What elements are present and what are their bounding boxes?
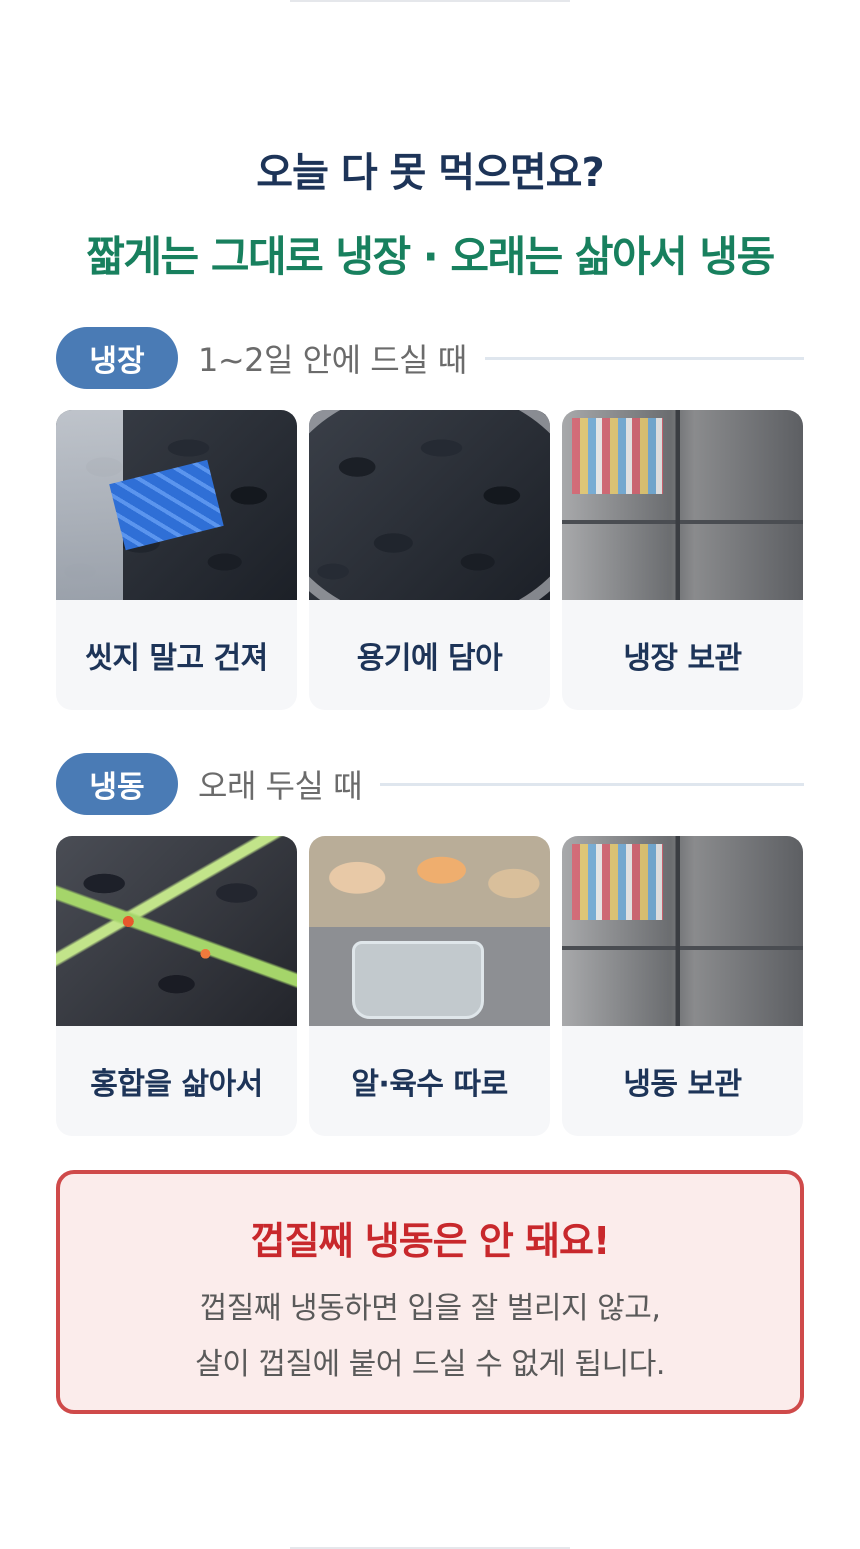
freezer-section-header: 냉동 오래 두실 때 bbox=[56, 753, 804, 815]
step-label: 알·육수 따로 bbox=[351, 1067, 508, 1102]
step-card: 알·육수 따로 bbox=[309, 836, 550, 1136]
step-label: 홍합을 삶아서 bbox=[90, 1067, 263, 1102]
freezer-steps: 홍합을 삶아서 알·육수 따로 냉동 보관 bbox=[56, 836, 804, 1136]
step-label: 냉장 보관 bbox=[623, 641, 742, 676]
boiled-mussels-photo bbox=[56, 836, 297, 1026]
page-subtitle: 짧게는 그대로 냉장 · 오래는 삶아서 냉동 bbox=[86, 232, 775, 281]
step-card: 씻지 말고 건져 bbox=[56, 410, 297, 710]
freezer-badge: 냉동 bbox=[56, 753, 178, 815]
step-label: 씻지 말고 건져 bbox=[85, 641, 268, 676]
mussels-in-bowl-photo bbox=[309, 410, 550, 600]
warning-line-1: 껍질째 냉동하면 입을 잘 벌리지 않고, bbox=[199, 1291, 661, 1326]
warning-line-2: 살이 껍질에 붙어 드실 수 없게 됩니다. bbox=[195, 1347, 665, 1382]
step-label: 냉동 보관 bbox=[623, 1067, 742, 1102]
freezer-section-text: 오래 두실 때 bbox=[198, 767, 363, 805]
fridge-steps: 씻지 말고 건져 용기에 담아 냉장 보관 bbox=[56, 410, 804, 710]
fridge-section-text: 1~2일 안에 드실 때 bbox=[198, 341, 467, 379]
warning-title: 껍질째 냉동은 안 돼요! bbox=[250, 1219, 611, 1263]
page-title: 오늘 다 못 먹으면요? bbox=[256, 150, 604, 196]
section-divider bbox=[484, 356, 804, 360]
step-card: 용기에 담아 bbox=[309, 410, 550, 710]
step-card: 냉동 보관 bbox=[562, 836, 803, 1136]
top-divider bbox=[290, 0, 570, 2]
mussel-meat-and-broth-photo bbox=[309, 836, 550, 1026]
warning-box: 껍질째 냉동은 안 돼요! 껍질째 냉동하면 입을 잘 벌리지 않고, 살이 껍… bbox=[56, 1170, 804, 1414]
mussels-in-bag-photo bbox=[56, 410, 297, 600]
step-label: 용기에 담아 bbox=[356, 641, 503, 676]
refrigerator-photo bbox=[562, 410, 803, 600]
warning-body: 껍질째 냉동하면 입을 잘 벌리지 않고, 살이 껍질에 붙어 드실 수 없게 … bbox=[60, 1281, 800, 1393]
refrigerator-photo bbox=[562, 836, 803, 1026]
fridge-section-header: 냉장 1~2일 안에 드실 때 bbox=[56, 327, 804, 389]
step-card: 홍합을 삶아서 bbox=[56, 836, 297, 1136]
section-divider bbox=[380, 782, 804, 786]
step-card: 냉장 보관 bbox=[562, 410, 803, 710]
fridge-badge: 냉장 bbox=[56, 327, 178, 389]
